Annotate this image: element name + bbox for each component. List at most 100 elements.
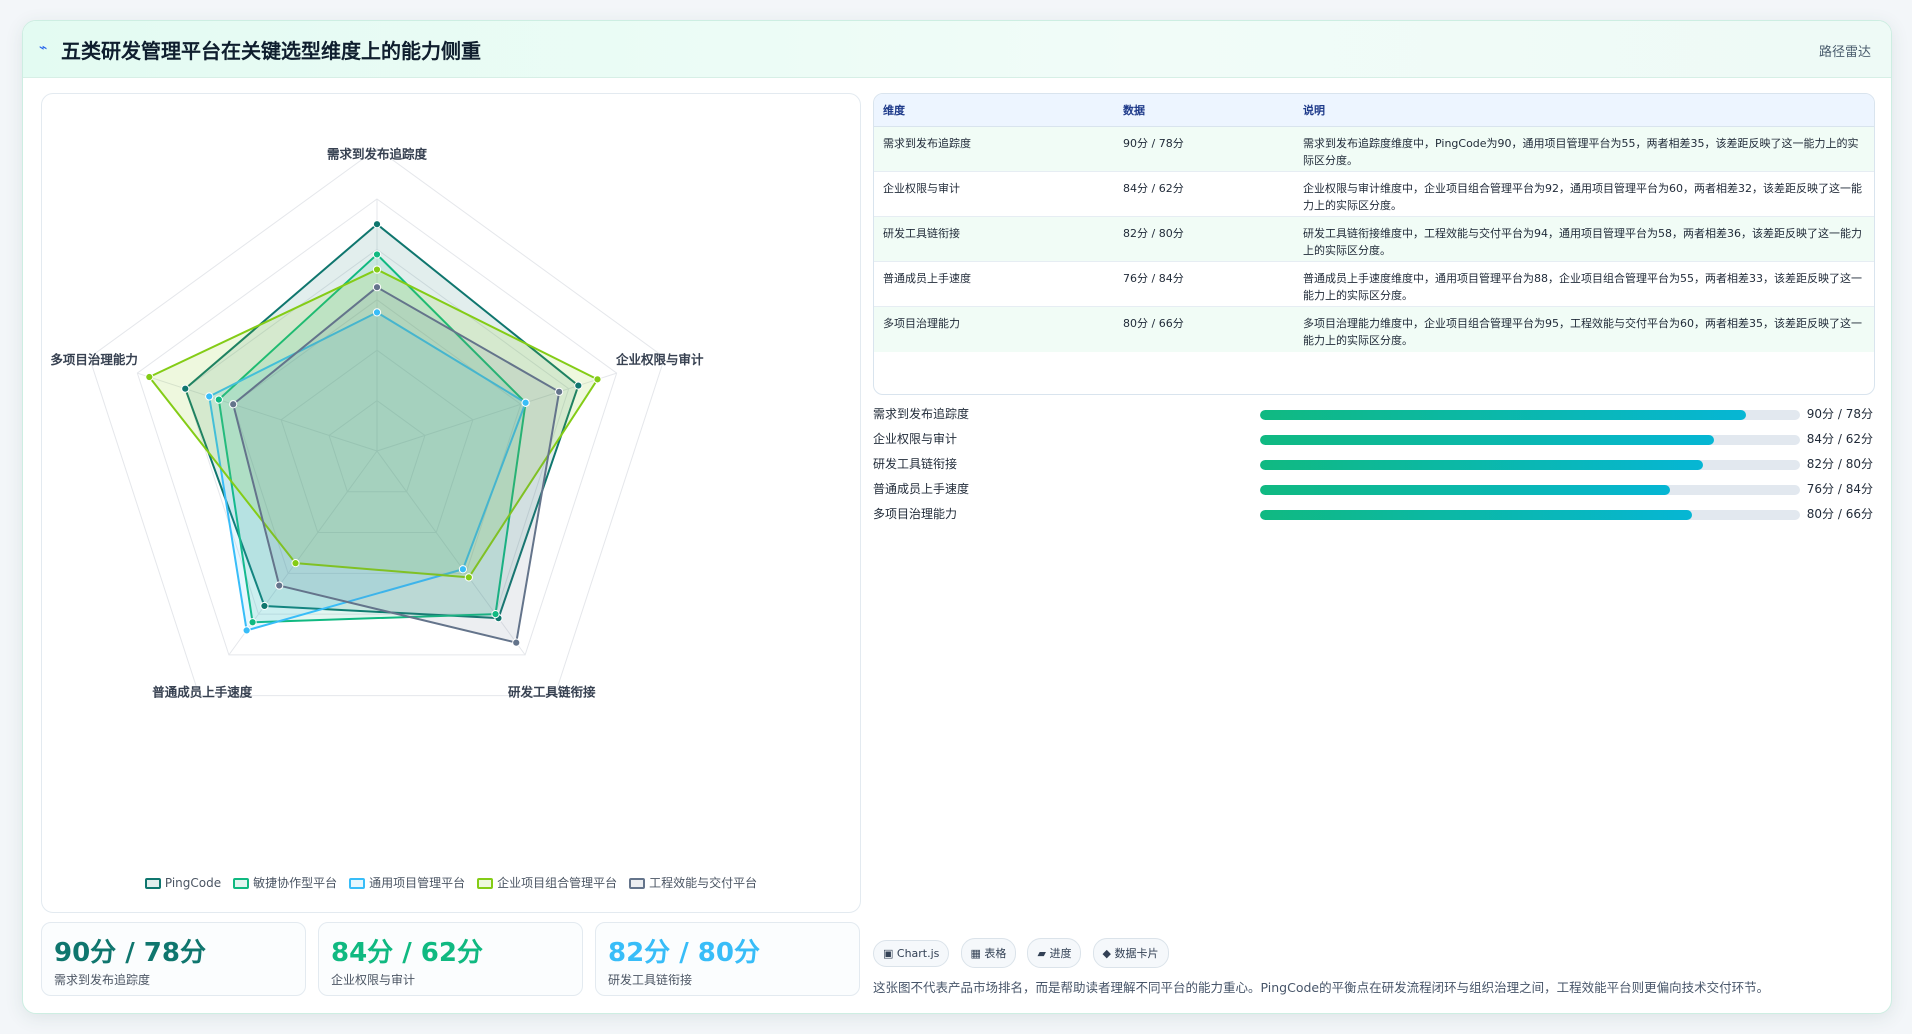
chart-mode-label: 路径雷达 (1818, 45, 1871, 60)
table-cell-description: 研发工具链衔接维度中，工程效能与交付平台为94，通用项目管理平台为58，两者相差… (1294, 216, 1874, 262)
data-point (464, 573, 473, 582)
table-cell-dimension: 需求到发布追踪度 (874, 126, 1114, 172)
footnote: 这张图不代表产品市场排名，而是帮助读者理解不同平台的能力重心。PingCode的… (873, 980, 1770, 995)
data-point (275, 581, 284, 590)
axis-label: 多项目治理能力 (50, 352, 138, 367)
legend-label: 敏捷协作型平台 (253, 876, 338, 890)
data-point (242, 626, 251, 635)
progress-fill (1260, 410, 1746, 420)
data-point (574, 381, 583, 390)
kpi-label: 需求到发布追踪度 (54, 973, 151, 987)
tag-chartjs: ▣ Chart.js (873, 940, 950, 967)
data-point (372, 283, 382, 292)
legend-swatch (349, 878, 366, 889)
column-header: 说明 (1294, 94, 1874, 127)
chart-legend: PingCode 敏捷协作型平台 通用项目管理平台 企业项目组合管理平台 工程效能与交付… (42, 874, 860, 891)
legend-swatch (233, 878, 250, 889)
kpi-label: 企业权限与审计 (331, 973, 416, 987)
legend-item[interactable]: 敏捷协作型平台 (233, 874, 337, 891)
column-header: 数据 (1114, 94, 1294, 127)
table-cell-data: 76分 / 84分 (1114, 261, 1294, 307)
progress-label: 企业权限与审计 (873, 432, 958, 446)
tag-progress: ▰ 进度 (1027, 938, 1082, 968)
column-header: 维度 (874, 94, 1114, 127)
progress-label: 需求到发布追踪度 (873, 407, 970, 421)
data-point (372, 250, 382, 259)
table-header-row: 维度 数据 说明 (874, 94, 1874, 127)
table-cell-description: 多项目治理能力维度中，企业项目组合管理平台为95，工程效能与交付平台为60，两者… (1303, 317, 1862, 347)
kpi-card-3: 82分 / 80分 研发工具链衔接 (595, 922, 860, 996)
data-point (248, 618, 257, 627)
progress-row: 企业权限与审计 84分 / 62分 (873, 428, 1873, 453)
tag-data-cards: ◆ 数据卡片 (1092, 938, 1169, 968)
data-point (260, 601, 269, 611)
legend-item[interactable]: 企业项目组合管理平台 (477, 874, 617, 891)
legend-swatch (629, 878, 646, 889)
kpi-card-2: 84分 / 62分 企业权限与审计 (318, 922, 583, 996)
progress-fill (1260, 485, 1671, 495)
tech-tags: ▣ Chart.js ▦ 表格 ▰ 进度 ◆ 数据卡片 (873, 938, 1175, 968)
progress-track (1260, 485, 1800, 495)
axis-label: 需求到发布追踪度 (327, 147, 428, 162)
progress-value: 90分 / 78分 (1806, 407, 1873, 421)
progress-label: 研发工具链衔接 (873, 457, 958, 471)
data-table: 维度 数据 说明 需求到发布追踪度 90分 / 78分 需求到发布追踪度维度中，… (873, 93, 1875, 395)
legend-swatch (477, 878, 494, 889)
progress-fill (1260, 460, 1703, 470)
legend-item[interactable]: 通用项目管理平台 (349, 874, 465, 891)
data-point (593, 375, 602, 384)
kpi-card-1: 90分 / 78分 需求到发布追踪度 (41, 922, 306, 996)
progress-track (1260, 460, 1800, 470)
data-point (181, 384, 190, 393)
kpi-value: 84分 / 62分 (331, 938, 483, 968)
kpi-value: 90分 / 78分 (54, 938, 206, 968)
legend-item[interactable]: PingCode (144, 876, 222, 890)
axis-label: 企业权限与审计 (615, 352, 704, 367)
progress-track (1260, 435, 1800, 445)
kpi-label: 研发工具链衔接 (608, 973, 693, 987)
progress-row: 需求到发布追踪度 90分 / 78分 (873, 403, 1873, 428)
progress-row: 普通成员上手速度 76分 / 84分 (873, 478, 1873, 503)
table-row: 需求到发布追踪度 90分 / 78分 需求到发布追踪度维度中，PingCode为… (874, 126, 1874, 172)
axis-label: 普通成员上手速度 (152, 685, 253, 700)
axis-label: 研发工具链衔接 (508, 685, 596, 700)
data-point (458, 565, 468, 574)
table-row: 多项目治理能力 80分 / 66分 多项目治理能力维度中，企业项目组合管理平台为… (874, 306, 1874, 352)
kpi-value: 82分 / 80分 (608, 938, 760, 968)
data-point (214, 395, 223, 404)
data-point (291, 559, 300, 568)
legend-swatch (144, 878, 161, 889)
progress-list: 需求到发布追踪度 90分 / 78分 企业权限与审计 84分 / 62分 研发工… (873, 403, 1873, 528)
progress-value: 84分 / 62分 (1806, 432, 1873, 446)
data-point (512, 638, 521, 647)
radar-chart: 需求到发布追踪度企业权限与审计研发工具链衔接 普通成员上手速度 多项目治理能力 (50, 147, 704, 700)
page-title: 五类研发管理平台在关键选型维度上的能力侧重 (61, 39, 481, 63)
tag-table: ▦ 表格 (960, 938, 1017, 968)
legend-item[interactable]: 工程效能与交付平台 (629, 874, 757, 891)
data-point (145, 372, 154, 382)
table-cell-dimension: 研发工具链衔接 (874, 216, 1114, 262)
data-point (555, 387, 564, 396)
legend-label: 企业项目组合管理平台 (497, 876, 618, 890)
radar-chart-panel: 需求到发布追踪度企业权限与审计研发工具链衔接 普通成员上手速度 多项目治理能力 Pi… (41, 93, 861, 913)
table-cell-data: 90分 / 78分 (1114, 126, 1294, 172)
table-row: 普通成员上手速度 76分 / 84分 普通成员上手速度维度中，通用项目管理平台为… (874, 261, 1874, 307)
table-cell-description: 企业权限与审计维度中，企业项目组合管理平台为92，通用项目管理平台为60，两者相… (1294, 171, 1874, 217)
table-row: 研发工具链衔接 82分 / 80分 研发工具链衔接维度中，工程效能与交付平台为9… (874, 216, 1874, 262)
table-cell-data: 82分 / 80分 (1114, 216, 1294, 262)
flag-icon: ⌁ (39, 40, 48, 56)
data-point (372, 265, 382, 274)
progress-row: 多项目治理能力 80分 / 66分 (873, 503, 1873, 528)
data-point (229, 400, 238, 409)
legend-label: 通用项目管理平台 (369, 876, 466, 890)
progress-label: 普通成员上手速度 (873, 482, 970, 496)
data-point (491, 609, 500, 619)
dashboard-card: ⌁ 五类研发管理平台在关键选型维度上的能力侧重 路径雷达 需求到发布追踪度 企业权… (22, 20, 1892, 1014)
progress-track (1260, 410, 1800, 420)
progress-fill (1260, 510, 1692, 520)
table-cell-description: 普通成员上手速度维度中，通用项目管理平台为88，企业项目组合管理平台为55，两者… (1294, 261, 1874, 307)
legend-label: PingCode (164, 876, 222, 890)
data-point (372, 308, 382, 317)
table-cell-data: 84分 / 62分 (1114, 171, 1294, 217)
table-cell-dimension: 普通成员上手速度 (874, 261, 1114, 307)
